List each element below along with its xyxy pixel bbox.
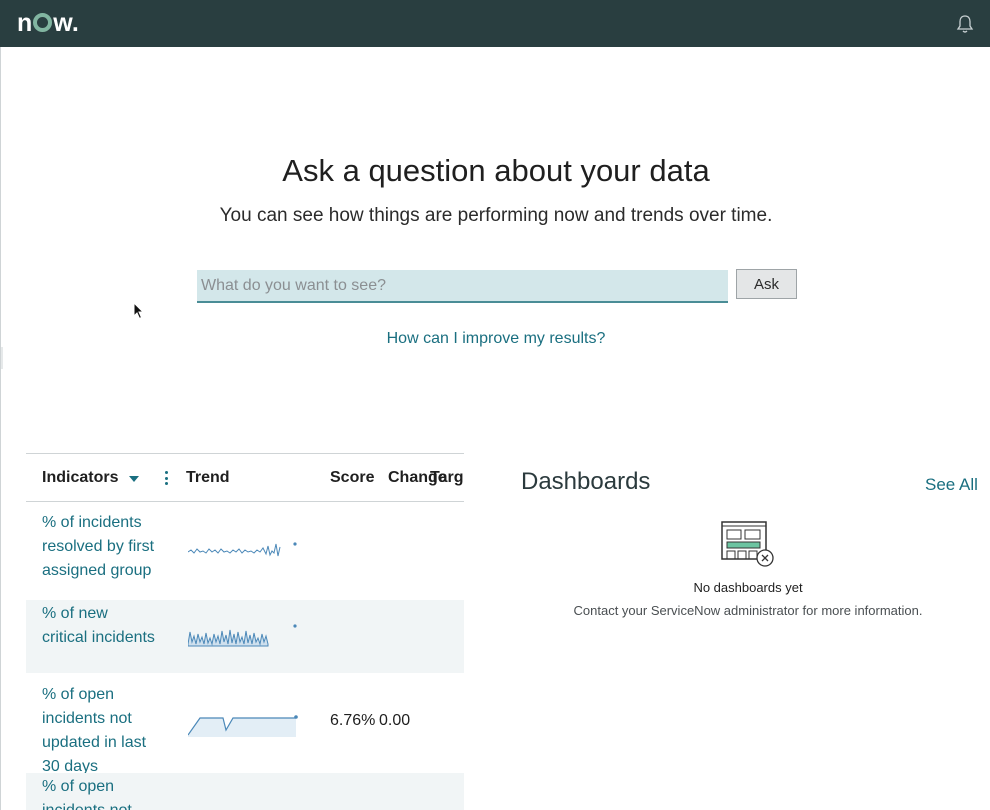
- ask-button[interactable]: Ask: [736, 269, 797, 299]
- dashboard-empty-icon: [721, 521, 774, 567]
- see-all-link[interactable]: See All: [925, 475, 978, 495]
- table-header: Indicators Trend Score Change Target: [26, 454, 464, 502]
- trend-sparkline[interactable]: [188, 709, 300, 739]
- indicator-name-link[interactable]: % of open incidents not: [42, 775, 157, 810]
- empty-dashboards-message: Contact your ServiceNow administrator fo…: [573, 603, 923, 618]
- search-input[interactable]: [197, 270, 728, 303]
- indicators-table: Indicators Trend Score Change Target % o…: [26, 453, 464, 810]
- column-header-indicators[interactable]: Indicators: [42, 469, 118, 487]
- table-row[interactable]: % of incidents resolved by first assigne…: [26, 503, 464, 600]
- page-edge-marker: [1, 347, 3, 369]
- logo-text-dot: .: [71, 9, 79, 37]
- bell-icon[interactable]: [956, 14, 974, 34]
- table-row[interactable]: % of new critical incidents: [26, 600, 464, 673]
- page-title: Ask a question about your data: [282, 153, 710, 188]
- table-row[interactable]: % of open incidents not: [26, 773, 464, 810]
- column-header-trend[interactable]: Trend: [186, 469, 230, 487]
- trend-sparkline[interactable]: [188, 539, 298, 563]
- top-navigation-bar: n w.: [0, 0, 990, 47]
- improve-results-link[interactable]: How can I improve my results?: [1, 330, 990, 348]
- trend-sparkline[interactable]: [188, 622, 298, 652]
- sort-descending-icon[interactable]: [129, 476, 139, 482]
- column-menu-icon[interactable]: [165, 471, 168, 485]
- indicator-name-link[interactable]: % of new critical incidents: [42, 602, 157, 650]
- empty-dashboards-title: No dashboards yet: [693, 580, 803, 595]
- logo-ring: [33, 13, 53, 32]
- main-content: Ask a question about your data You can s…: [0, 47, 990, 810]
- mouse-cursor-icon: [133, 302, 145, 320]
- indicator-name-link[interactable]: % of incidents resolved by first assigne…: [42, 511, 157, 583]
- dashboards-title: Dashboards: [521, 468, 651, 495]
- logo-text-w: w: [53, 9, 72, 37]
- servicenow-logo[interactable]: n w.: [17, 8, 79, 38]
- column-header-score[interactable]: Score: [330, 469, 374, 487]
- logo-text-n: n: [17, 9, 33, 37]
- table-row[interactable]: % of open incidents not updated in last …: [26, 673, 464, 775]
- page-subtitle: You can see how things are performing no…: [219, 205, 773, 226]
- column-header-target[interactable]: Target: [430, 469, 464, 487]
- change-value: 0.00: [379, 712, 411, 729]
- score-value: 6.76%: [330, 712, 376, 729]
- indicator-name-link[interactable]: % of open incidents not updated in last …: [42, 683, 157, 779]
